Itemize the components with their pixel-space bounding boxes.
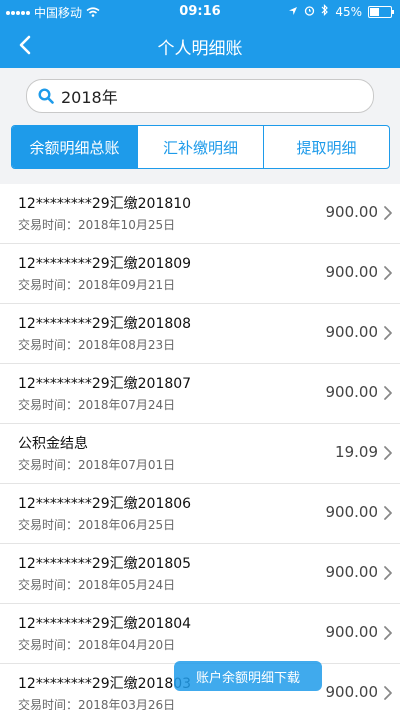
battery-icon <box>368 5 394 18</box>
search-input[interactable]: 2018年 <box>26 79 374 113</box>
record-date-value: 2018年07月24日 <box>78 398 176 412</box>
record-amount: 900.00 <box>325 323 379 341</box>
record-date-value: 2018年04月20日 <box>78 638 176 652</box>
search-value: 2018年 <box>61 88 118 107</box>
date-prefix: 交易时间： <box>18 218 79 232</box>
tab-balance-ledger[interactable]: 余额明细总账 <box>12 126 137 168</box>
record-amount: 19.09 <box>335 443 378 461</box>
date-prefix: 交易时间： <box>18 458 79 472</box>
tab-bar: 余额明细总账 汇补缴明细 提取明细 <box>11 125 390 169</box>
chevron-right-icon <box>384 506 392 520</box>
list-item[interactable]: 12********29汇缴201806 交易时间：2018年06月25日 900.… <box>0 484 400 544</box>
app-screen: 中国移动 09:16 45% 个人明细账 2018年 余额明细总账 汇补缴明细 … <box>0 0 400 710</box>
list-item[interactable]: 12********29汇缴201809 交易时间：2018年09月21日 900.… <box>0 244 400 304</box>
record-date-value: 2018年07月01日 <box>78 458 176 472</box>
tab-contribution-details[interactable]: 汇补缴明细 <box>137 126 263 168</box>
list-item[interactable]: 12********29汇缴201805 交易时间：2018年05月24日 900.… <box>0 544 400 604</box>
record-date-value: 2018年06月25日 <box>78 518 176 532</box>
record-date: 交易时间：2018年07月01日 <box>18 456 175 473</box>
list-item[interactable]: 12********29汇缴201810 交易时间：2018年10月25日 900.… <box>0 184 400 244</box>
record-title: 12********29汇缴201805 <box>18 556 192 572</box>
chevron-right-icon <box>384 386 392 400</box>
record-title: 12********29汇缴201810 <box>18 196 192 212</box>
record-title: 12********29汇缴201807 <box>18 376 192 392</box>
record-amount: 900.00 <box>325 203 379 221</box>
record-title: 公积金结息 <box>18 436 88 452</box>
record-date-value: 2018年09月21日 <box>78 278 176 292</box>
chevron-right-icon <box>384 206 392 220</box>
chevron-right-icon <box>384 326 392 340</box>
record-date: 交易时间：2018年03月26日 <box>18 696 175 710</box>
status-right: 45% <box>288 4 394 19</box>
header: 中国移动 09:16 45% 个人明细账 <box>0 0 400 68</box>
record-date-value: 2018年10月25日 <box>78 218 176 232</box>
date-prefix: 交易时间： <box>18 578 79 592</box>
chevron-right-icon <box>384 266 392 280</box>
record-amount: 900.00 <box>325 623 379 641</box>
date-prefix: 交易时间： <box>18 338 79 352</box>
date-prefix: 交易时间： <box>18 518 79 532</box>
record-date-value: 2018年05月24日 <box>78 578 176 592</box>
tab-withdrawal-details[interactable]: 提取明细 <box>263 126 389 168</box>
record-list: 12********29汇缴201810 交易时间：2018年10月25日 900.… <box>0 184 400 710</box>
date-prefix: 交易时间： <box>18 278 79 292</box>
record-title: 12********29汇缴201806 <box>18 496 192 512</box>
date-prefix: 交易时间： <box>18 398 79 412</box>
location-icon <box>288 5 298 19</box>
search-icon <box>37 87 55 105</box>
record-date: 交易时间：2018年10月25日 <box>18 216 175 233</box>
record-amount: 900.00 <box>325 503 379 521</box>
record-title: 12********29汇缴201808 <box>18 316 192 332</box>
record-amount: 900.00 <box>325 263 379 281</box>
record-date-value: 2018年03月26日 <box>78 698 176 710</box>
list-item[interactable]: 12********29汇缴201807 交易时间：2018年07月24日 900.… <box>0 364 400 424</box>
date-prefix: 交易时间： <box>18 638 79 652</box>
record-amount: 900.00 <box>325 563 379 581</box>
list-item[interactable]: 公积金结息交易时间：2018年07月01日 19.09 <box>0 424 400 484</box>
download-statement-button[interactable]: 账户余额明细下载 <box>174 661 322 691</box>
filter-area: 2018年 余额明细总账 汇补缴明细 提取明细 <box>0 68 400 184</box>
page-title: 个人明细账 <box>157 39 243 59</box>
chevron-right-icon <box>384 686 392 700</box>
record-date: 交易时间：2018年05月24日 <box>18 576 175 593</box>
alarm-icon <box>304 5 315 19</box>
record-date: 交易时间：2018年06月25日 <box>18 516 175 533</box>
record-amount: 900.00 <box>325 683 379 701</box>
battery-percent: 45% <box>335 4 362 19</box>
record-title: 12********29汇缴201803 <box>18 676 192 692</box>
navigation-bar: 个人明细账 <box>0 22 400 68</box>
record-title: 12********29汇缴201804 <box>18 616 192 632</box>
record-date-value: 2018年08月23日 <box>78 338 176 352</box>
record-date: 交易时间：2018年04月20日 <box>18 636 175 653</box>
record-date: 交易时间：2018年07月24日 <box>18 396 175 413</box>
record-date: 交易时间：2018年09月21日 <box>18 276 175 293</box>
chevron-right-icon <box>384 626 392 640</box>
list-item[interactable]: 12********29汇缴201804 交易时间：2018年04月20日 900.… <box>0 604 400 664</box>
record-amount: 900.00 <box>325 383 379 401</box>
record-date: 交易时间：2018年08月23日 <box>18 336 175 353</box>
record-title: 12********29汇缴201809 <box>18 256 192 272</box>
status-bar: 中国移动 09:16 45% <box>0 0 400 22</box>
chevron-right-icon <box>384 446 392 460</box>
bluetooth-icon <box>321 4 329 19</box>
chevron-right-icon <box>384 566 392 580</box>
list-item[interactable]: 12********29汇缴201808 交易时间：2018年08月23日 900.… <box>0 304 400 364</box>
date-prefix: 交易时间： <box>18 698 79 710</box>
